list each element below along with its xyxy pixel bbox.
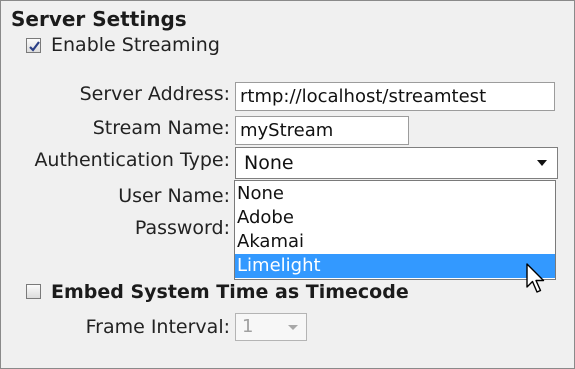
frame-interval-value: 1 <box>242 316 254 337</box>
option-adobe[interactable]: Adobe <box>235 206 555 230</box>
option-akamai[interactable]: Akamai <box>235 230 555 254</box>
arrow-cursor-icon <box>526 263 545 293</box>
stream-name-label: Stream Name: <box>92 117 230 139</box>
embed-time-checkbox[interactable] <box>26 284 41 299</box>
server-address-input[interactable]: rtmp://localhost/streamtest <box>235 82 555 111</box>
server-address-label: Server Address: <box>79 83 230 105</box>
user-name-label: User Name: <box>118 185 230 207</box>
enable-streaming-checkbox[interactable] <box>26 38 41 53</box>
chevron-down-icon <box>288 325 298 330</box>
frame-interval-select[interactable]: 1 <box>235 313 307 341</box>
stream-name-input[interactable]: myStream <box>235 116 409 145</box>
authentication-type-value: None <box>244 152 294 174</box>
chevron-down-icon <box>537 160 547 166</box>
option-limelight[interactable]: Limelight <box>235 254 555 278</box>
authentication-type-select[interactable]: None <box>235 147 558 179</box>
settings-panel: Server Settings Enable Streaming Server … <box>0 0 575 369</box>
checkmark-icon <box>29 41 40 52</box>
embed-time-label: Embed System Time as Timecode <box>51 281 409 303</box>
password-label: Password: <box>134 217 230 239</box>
option-none[interactable]: None <box>235 182 555 206</box>
frame-interval-label: Frame Interval: <box>85 316 230 338</box>
authentication-type-label: Authentication Type: <box>34 149 230 171</box>
enable-streaming-label: Enable Streaming <box>51 34 220 56</box>
authentication-type-dropdown: None Adobe Akamai Limelight <box>234 180 556 280</box>
section-title: Server Settings <box>11 7 187 31</box>
